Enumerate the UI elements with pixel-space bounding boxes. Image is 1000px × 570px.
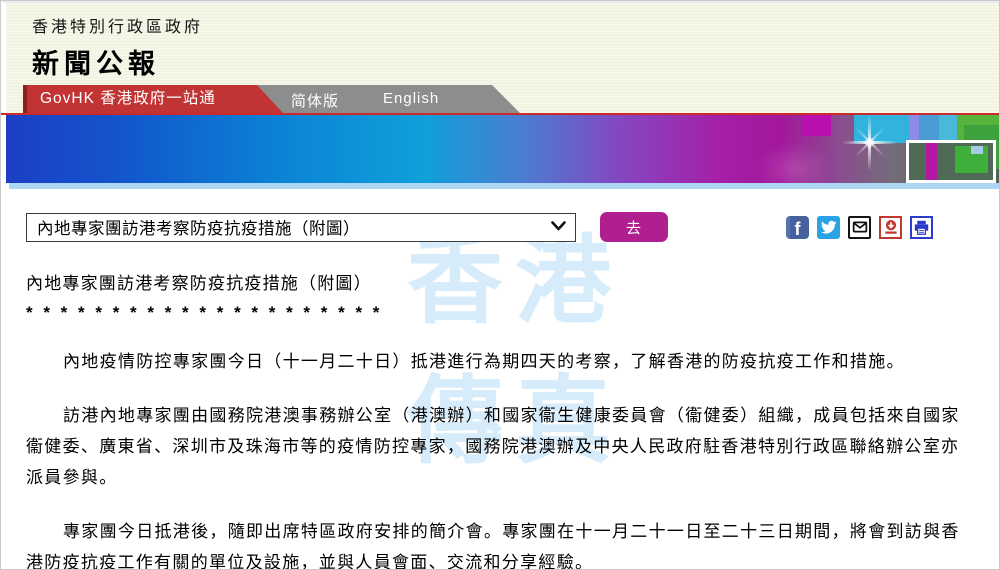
banner-flare — [756, 141, 832, 183]
article-paragraph: 訪港內地專家團由國務院港澳事務辦公室（港澳辦）和國家衞生健康委員會（衞健委）組織… — [26, 400, 974, 493]
tab-bar: 简体版 English GovHK 香港政府一站通 — [6, 85, 999, 113]
content-area: 香港 傳真 內地專家團訪港考察防疫抗疫措施（附圖） 去 f — [1, 212, 999, 570]
chevron-down-icon — [551, 218, 566, 236]
banner-decoration — [909, 115, 919, 143]
banner-decoration — [971, 146, 983, 154]
article-paragraph: 內地疫情防控專家團今日（十一月二十日）抵港進行為期四天的考察，了解香港的防疫抗疫… — [26, 346, 974, 377]
banner-decoration — [919, 115, 939, 143]
page: 香港特別行政區政府 新聞公報 简体版 English GovHK 香港政府一站通 — [0, 0, 1000, 570]
banner-shadow-strip — [9, 183, 999, 189]
government-name: 香港特別行政區政府 — [32, 13, 999, 37]
banner-frame-decoration — [906, 140, 996, 183]
download-icon[interactable] — [879, 216, 902, 239]
page-title: 新聞公報 — [32, 42, 999, 81]
sparkle-icon — [842, 115, 898, 171]
email-icon[interactable] — [848, 216, 871, 239]
twitter-icon[interactable] — [817, 216, 840, 239]
press-release-toolbar: 內地專家團訪港考察防疫抗疫措施（附圖） 去 f — [26, 212, 999, 242]
go-button[interactable]: 去 — [600, 212, 668, 242]
press-release-body: 內地專家團訪港考察防疫抗疫措施（附圖） * * * * * * * * * * … — [26, 269, 974, 570]
select-value: 內地專家團訪港考察防疫抗疫措施（附圖） — [37, 215, 360, 239]
banner-decoration — [801, 115, 831, 136]
tab-english[interactable]: English — [383, 90, 439, 107]
tab-govhk[interactable]: GovHK 香港政府一站通 — [23, 85, 283, 113]
tab-govhk-label: GovHK 香港政府一站通 — [27, 85, 283, 112]
share-icon-row: f — [786, 216, 933, 239]
masthead: 香港特別行政區政府 新聞公報 简体版 English GovHK 香港政府一站通 — [1, 1, 999, 113]
tab-simplified-chinese[interactable]: 简体版 — [291, 90, 339, 111]
print-icon[interactable] — [910, 216, 933, 239]
press-release-select[interactable]: 內地專家團訪港考察防疫抗疫措施（附圖） — [26, 213, 576, 242]
facebook-icon[interactable]: f — [786, 216, 809, 239]
banner-decoration — [939, 115, 957, 143]
asterisk-separator: * * * * * * * * * * * * * * * * * * * * … — [26, 303, 974, 323]
banner-decoration — [926, 143, 937, 180]
article-title: 內地專家團訪港考察防疫抗疫措施（附圖） — [26, 269, 974, 294]
banner-image — [6, 115, 999, 183]
article-paragraph: 專家團今日抵港後，隨即出席特區政府安排的簡介會。專家團在十一月二十一日至二十三日… — [26, 516, 974, 570]
